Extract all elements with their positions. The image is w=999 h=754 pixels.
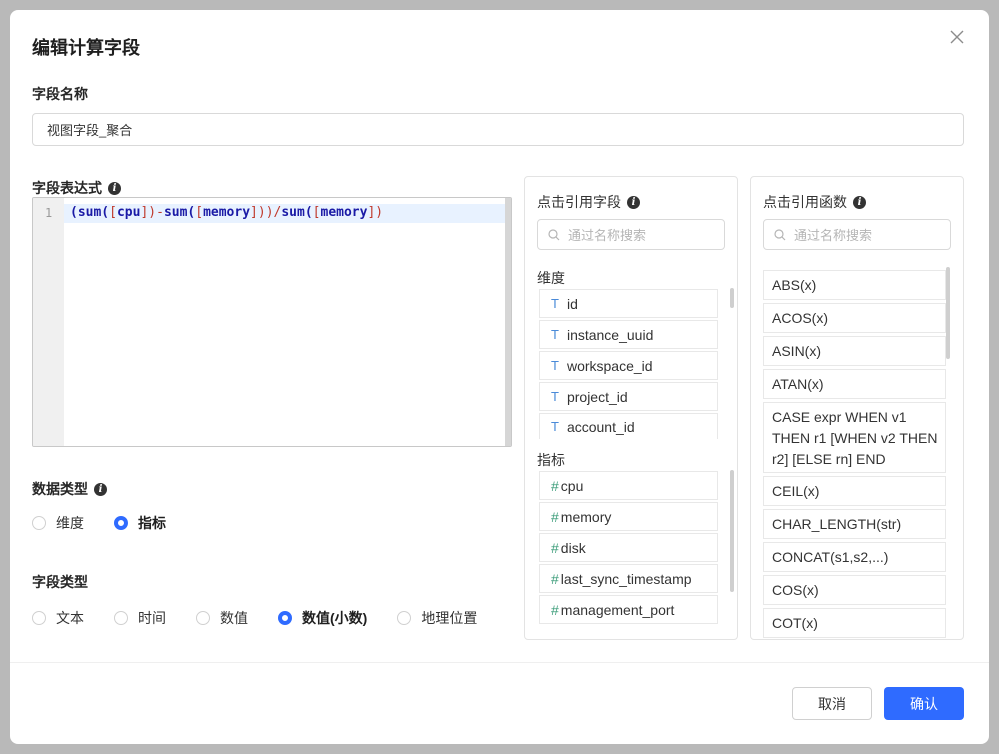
functions-panel-title-row: 点击引用函数 i <box>763 192 866 212</box>
radio-dot[interactable] <box>196 611 210 625</box>
function-item[interactable]: CEIL(x) <box>763 476 946 506</box>
field-type-geo-radio[interactable]: 地理位置 <box>397 608 477 628</box>
text-type-icon: T <box>551 389 559 404</box>
expression-label-row: 字段表达式 i <box>32 178 121 198</box>
number-type-icon: # <box>551 508 559 525</box>
expression-code[interactable]: (sum([cpu])-sum([memory]))/sum([memory]) <box>70 205 383 220</box>
function-item[interactable]: COS(x) <box>763 575 946 605</box>
radio-dot[interactable] <box>114 516 128 530</box>
function-item[interactable]: ATAN(x) <box>763 369 946 399</box>
info-icon[interactable]: i <box>627 195 640 209</box>
search-placeholder: 通过名称搜索 <box>794 228 873 243</box>
info-icon[interactable]: i <box>94 482 107 496</box>
number-type-icon: # <box>551 539 559 556</box>
dimension-group-label: 维度 <box>537 270 565 286</box>
text-type-icon: T <box>551 327 559 342</box>
dimension-item[interactable]: Tworkspace_id <box>539 351 718 380</box>
metric-item[interactable]: # cpu <box>539 471 718 500</box>
dimension-item[interactable]: Taccount_id <box>539 413 718 439</box>
radio-dot[interactable] <box>32 611 46 625</box>
text-type-icon: T <box>551 358 559 373</box>
function-item[interactable]: ASIN(x) <box>763 336 946 366</box>
metric-group-label: 指标 <box>537 452 565 468</box>
data-type-metric-radio[interactable]: 指标 <box>114 513 166 533</box>
edit-calculated-field-dialog: 编辑计算字段 字段名称 视图字段_聚合 字段表达式 i 1 (sum([cpu]… <box>10 10 989 744</box>
dimension-item[interactable]: Tproject_id <box>539 382 718 411</box>
metric-item[interactable]: # memory <box>539 502 718 531</box>
cancel-button[interactable]: 取消 <box>792 687 872 720</box>
functions-panel: 点击引用函数 i 通过名称搜索 ABS(x) ACOS(x) ASIN(x) A… <box>750 176 964 640</box>
radio-dot[interactable] <box>397 611 412 625</box>
editor-gutter <box>33 198 64 446</box>
field-type-time-radio[interactable]: 时间 <box>114 608 166 628</box>
function-item[interactable]: ABS(x) <box>763 270 946 300</box>
field-type-text-radio[interactable]: 文本 <box>32 608 84 628</box>
fields-panel-title-row: 点击引用字段 i <box>537 192 640 212</box>
field-name-input[interactable]: 视图字段_聚合 <box>32 113 964 146</box>
dimension-scrollbar[interactable] <box>730 288 734 308</box>
field-name-label: 字段名称 <box>32 86 88 102</box>
radio-dot[interactable] <box>114 611 128 625</box>
function-item[interactable]: CONCAT(s1,s2,...) <box>763 542 946 572</box>
dialog-title: 编辑计算字段 <box>32 38 140 58</box>
expression-editor[interactable]: 1 (sum([cpu])-sum([memory]))/sum([memory… <box>32 197 512 447</box>
function-item[interactable]: CASE expr WHEN v1 THEN r1 [WHEN v2 THEN … <box>763 402 946 473</box>
data-type-label: 数据类型 <box>32 481 88 497</box>
dimension-item[interactable]: Tinstance_uuid <box>539 320 718 349</box>
function-item[interactable]: CHAR_LENGTH(str) <box>763 509 946 539</box>
metric-item[interactable]: # management_port <box>539 595 718 624</box>
number-type-icon: # <box>551 601 559 618</box>
radio-dot[interactable] <box>278 611 292 625</box>
confirm-button[interactable]: 确认 <box>884 687 964 720</box>
radio-dot[interactable] <box>32 516 46 530</box>
functions-search-input[interactable]: 通过名称搜索 <box>763 219 951 250</box>
functions-panel-title: 点击引用函数 <box>763 194 847 210</box>
fields-panel: 点击引用字段 i 通过名称搜索 维度 Tid Tinstance_uuid Tw… <box>524 176 738 640</box>
dimension-item[interactable]: Tid <box>539 289 718 318</box>
metric-item[interactable]: # last_sync_timestamp <box>539 564 718 593</box>
fields-search-input[interactable]: 通过名称搜索 <box>537 219 725 250</box>
line-number: 1 <box>45 206 53 220</box>
text-type-icon: T <box>551 296 559 311</box>
close-icon[interactable] <box>947 27 967 47</box>
search-icon <box>774 228 786 240</box>
field-type-decimal-radio[interactable]: 数值(小数) <box>278 608 367 628</box>
expression-label: 字段表达式 <box>32 180 102 196</box>
footer-divider <box>10 662 989 663</box>
metric-scrollbar[interactable] <box>730 470 734 592</box>
fields-panel-title: 点击引用字段 <box>537 194 621 210</box>
data-type-radio-group: 维度 指标 <box>32 513 196 533</box>
field-type-label: 字段类型 <box>32 574 88 590</box>
functions-scrollbar[interactable] <box>946 267 950 359</box>
function-item[interactable]: ACOS(x) <box>763 303 946 333</box>
info-icon[interactable]: i <box>108 181 121 195</box>
data-type-label-row: 数据类型 i <box>32 479 107 499</box>
field-type-number-radio[interactable]: 数值 <box>196 608 248 628</box>
function-item[interactable]: COT(x) <box>763 608 946 638</box>
number-type-icon: # <box>551 570 559 587</box>
search-placeholder: 通过名称搜索 <box>568 228 647 243</box>
data-type-dimension-radio[interactable]: 维度 <box>32 513 84 533</box>
text-type-icon: T <box>551 419 559 434</box>
info-icon[interactable]: i <box>853 195 866 209</box>
editor-code-area[interactable] <box>64 198 510 446</box>
number-type-icon: # <box>551 477 559 494</box>
metric-item[interactable]: # disk <box>539 533 718 562</box>
search-icon <box>548 228 560 240</box>
editor-scrollbar[interactable] <box>505 198 511 446</box>
field-type-radio-group: 文本 时间 数值 数值(小数) 地理位置 <box>32 608 507 628</box>
